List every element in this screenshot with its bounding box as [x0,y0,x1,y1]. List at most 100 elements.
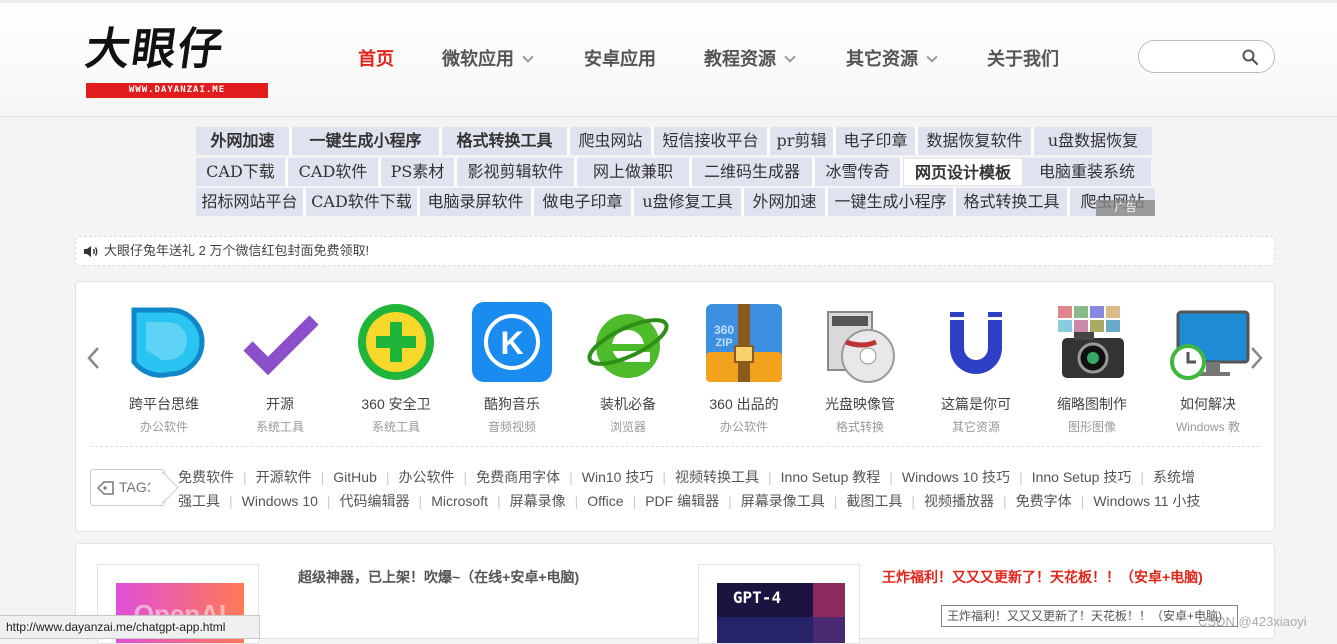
search-icon[interactable] [1242,49,1258,65]
tag-cloud-line-1: 免费软件 | 开源软件 | GitHub | 办公软件 | 免费商用字体 | Win10 技巧 | 视频… [178,467,1195,487]
app-card[interactable]: 360 ZIP 360 出品的 办公软件 [689,302,799,435]
keyword-row-2: CAD下载 CAD软件 PS素材 影视剪辑软件 网上做兼职 二维码生成器 冰雪传… [196,158,1151,186]
chevron-left-icon[interactable] [84,346,104,370]
chevron-down-icon [522,51,534,63]
tag-link[interactable]: Inno Setup 教程 [781,469,881,485]
app-card[interactable]: 装机必备 浏览器 [573,302,683,435]
keyword-link[interactable]: CAD软件 [288,158,381,186]
keyword-link[interactable]: 电脑录屏软件 [420,188,534,216]
tag-link[interactable]: 免费软件 [178,469,234,485]
post-title-highlight[interactable]: 王炸福利！又又又更新了！天花板！！（安卓+电脑) [882,567,1203,587]
tag-link[interactable]: 免费字体 [1016,493,1072,509]
keyword-link[interactable]: 电脑重装系统 [1023,158,1151,186]
keyword-link[interactable]: 格式转换工具 [442,127,570,155]
app-card[interactable]: K 酷狗音乐 音频视频 [457,302,567,435]
nav-android-apps[interactable]: 安卓应用 [584,41,656,77]
post-title[interactable]: 超级神器，已上架！吹爆~（在线+安卓+电脑) [298,567,579,587]
keyword-link[interactable]: 外网加速 [196,127,292,155]
keyword-link[interactable]: 数据恢复软件 [918,127,1034,155]
tag-link[interactable]: Microsoft [431,493,488,509]
tag-link[interactable]: Windows 10 [242,493,318,509]
keyword-link[interactable]: 招标网站平台 [196,188,306,216]
tag-link[interactable]: 视频播放器 [924,493,994,509]
app-card[interactable]: 缩略图制作 图形图像 [1037,302,1147,435]
kugou-icon: K [470,302,554,386]
nav-microsoft-apps[interactable]: 微软应用 [442,41,534,77]
tag-separator: | [574,493,579,509]
app-category: 音频视频 [487,420,536,434]
nav-tutorials[interactable]: 教程资源 [704,41,796,77]
keyword-link[interactable]: u盘数据恢复 [1034,127,1152,155]
keyword-link[interactable]: 一键生成小程序 [292,127,442,155]
tag-separator: | [463,469,468,485]
app-card[interactable]: 360 安全卫 系统工具 [341,302,451,435]
keyword-link[interactable]: 电子印章 [836,127,918,155]
site-logo[interactable]: 大眼仔 WWW.DAYANZAI.ME [82,23,270,101]
app-name: 360 安全卫 [361,396,431,412]
keyword-link[interactable]: 外网加速 [744,188,828,216]
keyword-link[interactable]: 影视剪辑软件 [457,158,577,186]
logo-domain: WWW.DAYANZAI.ME [86,83,268,98]
keyword-link[interactable]: CAD软件下载 [306,188,420,216]
keyword-link-highlighted[interactable]: 网页设计模板 [903,158,1023,186]
nav-home[interactable]: 首页 [358,41,394,77]
tag-link[interactable]: Inno Setup 技巧 [1032,469,1132,485]
announcement-bar[interactable]: 大眼仔兔年送礼 2 万个微信红包封面免费领取! [75,236,1275,266]
app-card[interactable]: 如何解决 Windows 教 [1153,302,1263,435]
keyword-link[interactable]: pr剪辑 [770,127,836,155]
keyword-link[interactable]: 冰雪传奇 [815,158,903,186]
tag-link[interactable]: 代码编辑器 [340,493,410,509]
tag-separator: | [229,493,233,509]
tag-separator: | [632,493,637,509]
tag-link[interactable]: Windows 10 技巧 [902,469,1010,485]
app-card[interactable]: 光盘映像管 格式转换 [805,302,915,435]
nav-label: 关于我们 [987,49,1059,69]
tag-separator: | [1080,493,1085,509]
tag-link[interactable]: 屏幕录像工具 [741,493,825,509]
disc-image-icon [818,302,902,386]
keyword-link[interactable]: 网上做兼职 [577,158,692,186]
tag-link[interactable]: 开源软件 [256,469,312,485]
app-category: 格式转换 [835,420,884,434]
app-name: 酷狗音乐 [484,396,540,412]
app-name: 光盘映像管 [825,396,895,412]
keyword-link[interactable]: 二维码生成器 [692,158,815,186]
nav-label: 首页 [358,49,394,69]
tag-link[interactable]: Win10 技巧 [582,469,654,485]
tag-link[interactable]: Windows 11 小技 [1093,493,1200,509]
keyword-link[interactable]: 短信接收平台 [654,127,770,155]
browser-status-url: http://www.dayanzai.me/chatgpt-app.html [0,615,260,639]
tag-link[interactable]: 办公软件 [399,469,455,485]
app-name: 跨平台思维 [129,396,199,412]
post-thumbnail[interactable]: GPT-4 [698,564,860,644]
svg-text:K: K [500,325,523,361]
app-category: 其它资源 [951,420,1000,434]
tag-link[interactable]: 免费商用字体 [476,469,560,485]
tag-separator: | [1140,469,1144,485]
tag-link[interactable]: GitHub [333,469,377,485]
keyword-link[interactable]: 做电子印章 [534,188,634,216]
app-category: 系统工具 [255,420,304,434]
keyword-link[interactable]: 一键生成小程序 [828,188,956,216]
tag-link[interactable]: 视频转换工具 [675,469,759,485]
app-card[interactable]: 开源 系统工具 [225,302,335,435]
app-category: 办公软件 [719,420,768,434]
app-card[interactable]: 这篇是你可 其它资源 [921,302,1031,435]
nav-other-resources[interactable]: 其它资源 [846,41,938,77]
app-card[interactable]: 跨平台思维 办公软件 [109,302,219,435]
search-input[interactable] [1151,47,1239,67]
tag-link[interactable]: PDF 编辑器 [645,493,719,509]
tag-link[interactable]: 系统增 [1153,469,1195,485]
nav-about[interactable]: 关于我们 [987,41,1059,77]
tag-link[interactable]: 强工具 [178,493,220,509]
keyword-link[interactable]: 格式转换工具 [956,188,1070,216]
keyword-link[interactable]: CAD下载 [196,158,288,186]
tag-separator: | [496,493,501,509]
tag-separator: | [833,493,838,509]
tag-link[interactable]: Office [587,493,623,509]
keyword-link[interactable]: u盘修复工具 [634,188,744,216]
keyword-link[interactable]: PS素材 [381,158,457,186]
keyword-link[interactable]: 爬虫网站 [570,127,654,155]
tag-link[interactable]: 截图工具 [846,493,902,509]
tag-link[interactable]: 屏幕录像 [510,493,566,509]
